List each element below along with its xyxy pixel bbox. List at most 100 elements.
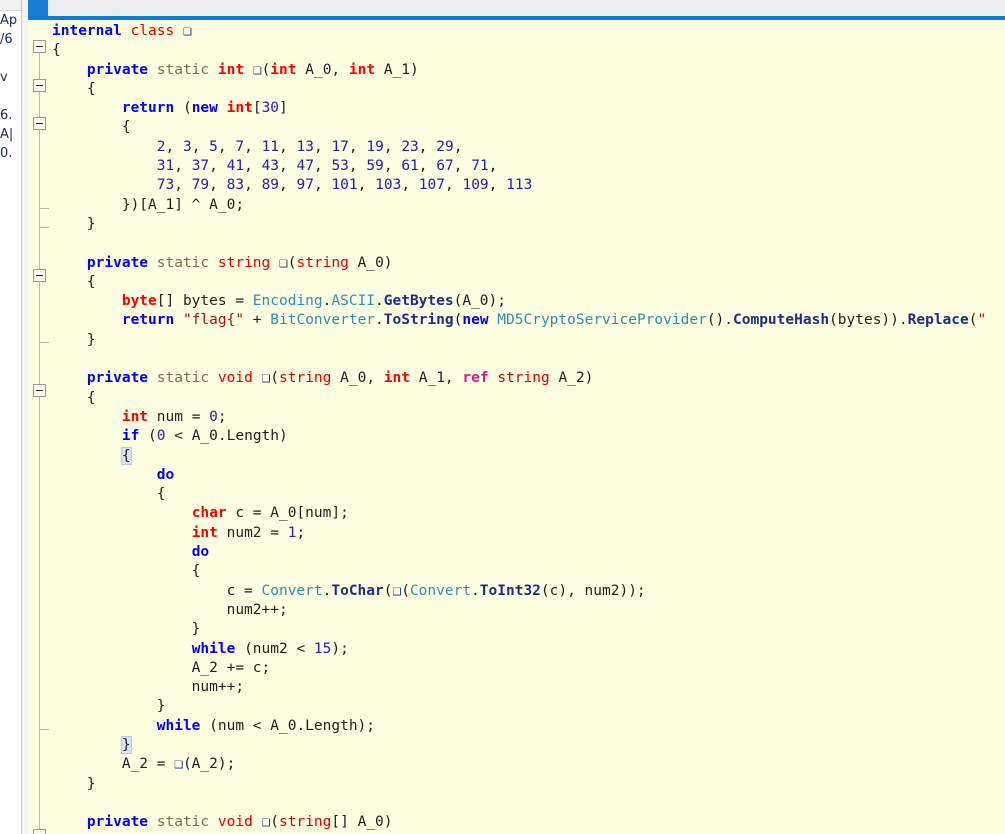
tree-item[interactable]: Ap: [0, 11, 21, 30]
code-line[interactable]: }: [52, 215, 1005, 234]
code-line[interactable]: while (num < A_0.Length);: [52, 717, 1005, 736]
fold-toggle-icon[interactable]: [33, 79, 46, 92]
tree-item[interactable]: 6.: [0, 106, 21, 125]
code-token: return: [121, 312, 175, 329]
code-token: ToChar: [331, 582, 384, 599]
tree-item[interactable]: /6: [0, 30, 21, 49]
code-token: 5: [209, 138, 218, 155]
code-line[interactable]: {: [52, 41, 1005, 60]
code-token: num =: [148, 408, 210, 425]
code-line[interactable]: private static int ❑(int A_0, int A_1): [52, 61, 1005, 80]
code-line[interactable]: int num2 = 1;: [52, 524, 1005, 543]
assembly-tree-panel[interactable]: Ap /6 v 6. A| 0.: [0, 0, 22, 834]
code-line[interactable]: private static void ❑(string A_0, int A_…: [52, 369, 1005, 388]
code-token: 7: [235, 138, 245, 155]
code-token: 31: [156, 158, 175, 175]
decompiler-window: Ap /6 v 6. A| 0. internal class ❑{ priva…: [0, 0, 1005, 834]
tree-item[interactable]: [0, 49, 21, 68]
code-token: }: [52, 331, 96, 348]
code-line[interactable]: num++;: [52, 678, 1005, 697]
code-line[interactable]: {: [52, 389, 1005, 408]
code-line[interactable]: }: [52, 620, 1005, 639]
code-line[interactable]: }: [52, 735, 1005, 755]
code-line[interactable]: do: [52, 543, 1005, 562]
code-token: 79: [191, 177, 210, 194]
document-tab-strip[interactable]: [28, 0, 1005, 20]
fold-toggle-icon[interactable]: [33, 269, 46, 282]
code-token: ,: [209, 158, 227, 175]
code-text-area[interactable]: internal class ❑{ private static int ❑(i…: [52, 22, 1005, 834]
code-line[interactable]: int num = 0;: [52, 408, 1005, 427]
code-line[interactable]: [52, 794, 1005, 813]
code-token: +: [244, 312, 271, 329]
code-line[interactable]: 73, 79, 83, 89, 97, 101, 103, 107, 109, …: [52, 176, 1005, 195]
code-line[interactable]: return (new int[30]: [52, 99, 1005, 118]
fold-toggle-icon[interactable]: [33, 40, 46, 53]
code-line[interactable]: {: [52, 446, 1005, 466]
code-line[interactable]: [52, 234, 1005, 253]
code-line[interactable]: {: [52, 562, 1005, 581]
active-tab-indicator[interactable]: [28, 0, 48, 17]
code-token: ,: [191, 138, 210, 155]
code-token: 107: [418, 177, 445, 194]
code-line[interactable]: 2, 3, 5, 7, 11, 13, 17, 19, 23, 29,: [52, 138, 1005, 157]
code-line[interactable]: })[A_1] ^ A_0;: [52, 196, 1005, 215]
code-line[interactable]: {: [52, 485, 1005, 504]
tree-item[interactable]: v: [0, 68, 21, 87]
code-line[interactable]: if (0 < A_0.Length): [52, 427, 1005, 446]
code-line[interactable]: char c = A_0[num];: [52, 504, 1005, 523]
code-token: string: [279, 370, 332, 387]
code-token: string: [279, 814, 332, 831]
code-line[interactable]: return "flag{" + BitConverter.ToString(n…: [52, 311, 1005, 330]
code-token: do: [191, 544, 210, 561]
code-line[interactable]: A_2 += c;: [52, 659, 1005, 678]
code-line[interactable]: c = Convert.ToChar(❑(Convert.ToInt32(c),…: [52, 582, 1005, 601]
code-token: ref: [462, 370, 489, 387]
code-token: {: [52, 389, 96, 406]
code-token: })[A_1] ^ A_0;: [52, 196, 245, 213]
code-token: }: [52, 775, 96, 792]
code-line[interactable]: {: [52, 80, 1005, 99]
code-line[interactable]: private static void ❑(string[] A_0): [52, 813, 1005, 832]
fold-toggle-icon[interactable]: [33, 117, 46, 130]
code-token: string: [497, 370, 550, 387]
code-line[interactable]: [52, 350, 1005, 369]
code-token: {: [52, 563, 201, 580]
fold-toggle-icon[interactable]: [33, 384, 46, 397]
code-token: int: [121, 408, 149, 425]
code-token: ,: [279, 158, 297, 175]
code-token: 29: [436, 138, 454, 155]
fold-end-tick: [39, 208, 49, 209]
code-line[interactable]: }: [52, 331, 1005, 350]
code-token: (: [139, 428, 157, 445]
code-editor[interactable]: internal class ❑{ private static int ❑(i…: [28, 0, 1005, 834]
code-token: {: [52, 119, 131, 136]
code-token: ❑: [174, 756, 183, 773]
code-line[interactable]: while (num2 < 15);: [52, 640, 1005, 659]
code-token: private: [86, 254, 149, 271]
code-token: BitConverter: [270, 312, 376, 329]
code-line[interactable]: {: [52, 118, 1005, 137]
code-token: string: [217, 254, 271, 271]
folding-gutter[interactable]: [28, 22, 52, 834]
code-line[interactable]: internal class ❑: [52, 22, 1005, 41]
fold-toggle-icon[interactable]: [33, 829, 46, 834]
code-line[interactable]: do: [52, 466, 1005, 485]
code-line[interactable]: }: [52, 775, 1005, 794]
code-line[interactable]: private static string ❑(string A_0): [52, 254, 1005, 273]
fold-end-tick: [39, 227, 49, 228]
code-token: 43: [261, 158, 280, 175]
code-token: string: [296, 254, 349, 271]
code-line[interactable]: num2++;: [52, 601, 1005, 620]
code-line[interactable]: A_2 = ❑(A_2);: [52, 755, 1005, 774]
code-line[interactable]: 31, 37, 41, 43, 47, 53, 59, 61, 67, 71,: [52, 157, 1005, 176]
code-line[interactable]: }: [52, 697, 1005, 716]
tree-item[interactable]: A|: [0, 125, 21, 144]
tree-item[interactable]: 0.: [0, 144, 21, 163]
code-line[interactable]: byte[] bytes = Encoding.ASCII.GetBytes(A…: [52, 292, 1005, 311]
code-line[interactable]: {: [52, 273, 1005, 292]
